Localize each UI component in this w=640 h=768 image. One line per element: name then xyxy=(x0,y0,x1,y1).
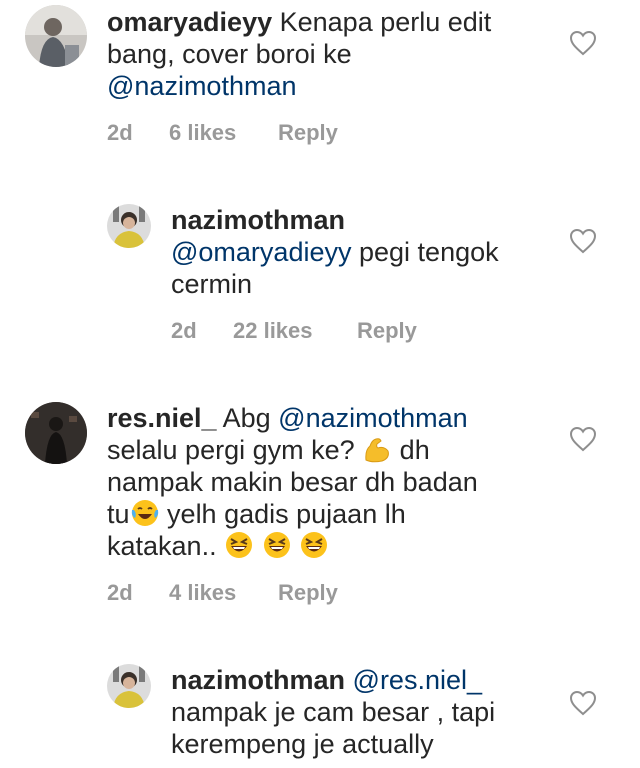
comment-reply-item: nazimothman @res.niel_ nampak je cam bes… xyxy=(0,662,640,768)
grinning-squinting-emoji xyxy=(299,530,329,560)
comment-text: nazimothman @omaryadieyy pegi tengok cer… xyxy=(171,204,541,300)
comment-username[interactable]: nazimothman xyxy=(171,665,345,695)
comment-username[interactable]: omaryadieyy xyxy=(107,7,272,37)
comment-body: dh xyxy=(399,435,430,465)
flexed-biceps-emoji xyxy=(362,434,392,464)
comment-username[interactable]: res.niel_ xyxy=(107,403,217,433)
comment-body: selalu pergi gym ke? xyxy=(107,435,355,465)
comment-likes[interactable]: 4 likes xyxy=(169,580,236,606)
comment-body: nampak makin besar dh badan xyxy=(107,467,478,497)
comment-time: 2d xyxy=(107,120,133,145)
comment-item: omaryadieyy Kenapa perlu edit bang, cove… xyxy=(0,0,640,170)
avatar[interactable] xyxy=(25,402,87,464)
avatar[interactable] xyxy=(25,5,87,67)
comment-reply-item: nazimothman @omaryadieyy pegi tengok cer… xyxy=(0,200,640,370)
comment-body: katakan.. xyxy=(107,531,217,561)
comment-time: 2d xyxy=(171,318,197,343)
tears-of-joy-emoji xyxy=(130,498,160,528)
comment-likes[interactable]: 22 likes xyxy=(233,318,313,344)
reply-button[interactable]: Reply xyxy=(357,318,417,344)
comment-text: res.niel_ Abg @nazimothman selalu pergi … xyxy=(107,402,527,562)
grinning-squinting-emoji xyxy=(224,530,254,560)
avatar[interactable] xyxy=(107,204,151,248)
comment-body: kerempeng je actually xyxy=(171,729,434,759)
avatar[interactable] xyxy=(107,664,151,708)
comment-item: res.niel_ Abg @nazimothman selalu pergi … xyxy=(0,398,640,638)
comment-body: nampak je cam besar , tapi xyxy=(171,697,496,727)
reply-button[interactable]: Reply xyxy=(278,120,338,146)
comment-body: Abg xyxy=(222,403,271,433)
comment-mention[interactable]: @omaryadieyy xyxy=(171,237,351,267)
comment-mention[interactable]: @res.niel_ xyxy=(353,665,482,695)
comment-text: nazimothman @res.niel_ nampak je cam bes… xyxy=(171,664,561,760)
heart-outline-icon[interactable] xyxy=(569,426,597,452)
heart-outline-icon[interactable] xyxy=(569,228,597,254)
comment-mention[interactable]: @nazimothman xyxy=(107,71,297,101)
reply-button[interactable]: Reply xyxy=(278,580,338,606)
comment-mention[interactable]: @nazimothman xyxy=(278,403,468,433)
comment-username[interactable]: nazimothman xyxy=(171,205,345,235)
heart-outline-icon[interactable] xyxy=(569,690,597,716)
comment-body: yelh gadis pujaan lh xyxy=(167,499,406,529)
grinning-squinting-emoji xyxy=(262,530,292,560)
comment-body: tu xyxy=(107,499,130,529)
comment-text: omaryadieyy Kenapa perlu edit bang, cove… xyxy=(107,6,527,102)
heart-outline-icon[interactable] xyxy=(569,30,597,56)
comment-time: 2d xyxy=(107,580,133,605)
comment-likes[interactable]: 6 likes xyxy=(169,120,236,146)
